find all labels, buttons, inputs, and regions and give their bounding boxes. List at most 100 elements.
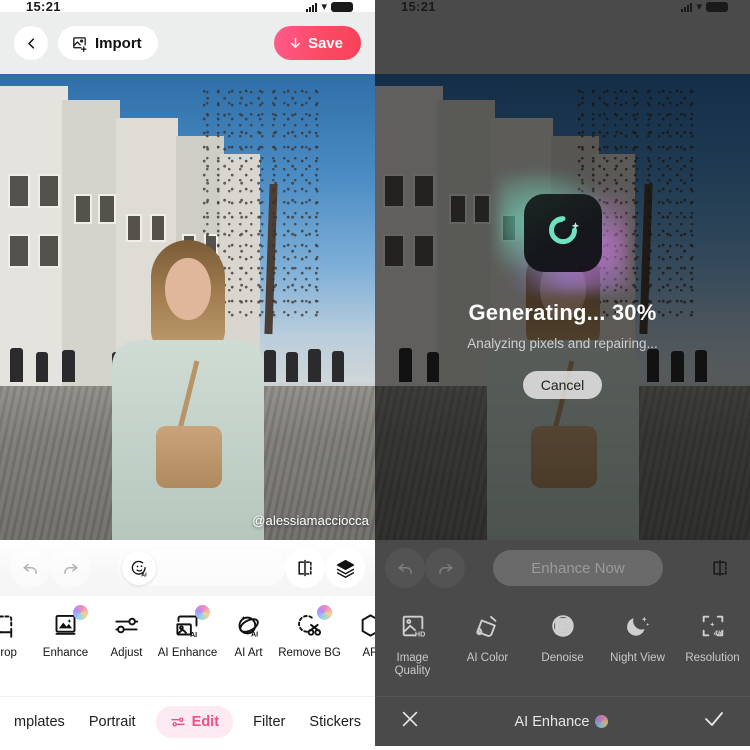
top-navigation-bar: Import Save [0,12,375,74]
tool-label: Image Quality [394,652,431,677]
photo-canvas[interactable]: @alessiamacciocca [0,74,375,540]
ai-portrait-knob[interactable]: AI [122,551,156,585]
wifi-icon: ▾ [321,1,327,13]
crop-icon-wrap [0,610,20,640]
ai-enhance-icon-wrap: AI [173,605,210,640]
sliders-icon [170,716,185,727]
image-hd-icon: HD [402,615,425,639]
checkmark-icon [705,712,723,726]
enhance-icon-wrap [51,605,88,640]
compare-button[interactable] [285,548,325,588]
moon-stars-icon [626,616,649,636]
tool-label: AR [362,647,376,659]
layers-icon [336,559,354,578]
bottom-bar-title-group: AI Enhance [515,714,609,730]
chevron-left-icon [27,37,34,49]
tool-label: Enhance [42,647,89,659]
ai-face-icon: AI [131,560,147,578]
camera-lens-glyph [548,216,579,245]
tool-ai-color[interactable]: AI Color [453,612,523,678]
tool-label: Adjust [110,647,143,659]
tools-sheet: Crop Enhance [0,596,375,696]
ai-portrait-toggle[interactable]: AI [118,550,285,586]
redo-button[interactable] [50,548,90,588]
bottom-tab-bar[interactable]: mplates Portrait Edit Filter Stickers [0,696,375,746]
watermark-handle: @alessiamacciocca [252,513,369,528]
import-label: Import [95,34,142,52]
tab-filter[interactable]: Filter [249,714,289,730]
status-bar: 15:21 ▾ [375,0,750,13]
tool-label: AI Art [234,647,263,659]
tab-stickers[interactable]: Stickers [305,714,365,730]
enhance-now-button[interactable]: Enhance Now [493,550,663,586]
status-bar-time: 15:21 [401,2,436,12]
tool-night-view[interactable]: Night View [603,612,673,678]
tool-label: AI Enhance [157,647,218,659]
svg-text:AI: AI [141,572,147,578]
tab-edit-label: Edit [191,713,220,730]
tool-label: Resolution [685,652,740,664]
cancel-button[interactable]: Cancel [522,371,603,399]
back-button[interactable] [14,26,48,60]
tool-label: Crop [0,647,17,659]
enhance-now-label: Enhance Now [531,559,625,577]
tool-enhance[interactable]: Enhance [35,605,96,660]
resolution-4k-icon: 4K [702,615,723,637]
tool-remove-bg[interactable]: Remove BG [278,605,341,660]
left-screen: 15:21 ▾ Import Save @alessiamacciocca AI… [0,0,375,750]
tool-strip[interactable]: Crop Enhance [0,596,375,696]
generating-title: Generating... 30% [468,300,657,325]
compare-split-icon [298,559,312,577]
undo-icon [22,563,37,574]
compare-button[interactable] [700,548,740,588]
photo-canvas[interactable]: Generating... 30% Analyzing pixels and r… [375,74,750,540]
undo-button[interactable] [385,548,425,588]
save-button[interactable]: Save [273,26,361,60]
tool-ar[interactable]: AR [340,610,375,660]
confirm-button[interactable] [702,707,726,736]
tool-ai-enhance[interactable]: AI AI Enhance [157,605,218,660]
layers-button[interactable] [325,548,365,588]
pedestrian [36,351,48,382]
svg-text:4K: 4K [712,628,723,637]
edit-action-row: Enhance Now [375,540,750,596]
tool-image-quality[interactable]: HD Image Quality [378,612,448,678]
tab-templates[interactable]: mplates [10,714,69,730]
tool-denoise[interactable]: Denoise [528,612,598,678]
undo-icon [397,563,412,574]
tool-resolution[interactable]: 4K Resolution [678,612,748,678]
import-button[interactable]: Import [58,26,158,60]
status-bar: 15:21 ▾ [0,0,375,13]
image-quality-icon-wrap: HD [399,612,427,645]
night-view-icon-wrap [624,612,652,645]
generating-subtitle: Analyzing pixels and repairing... [467,336,658,351]
crop-icon [0,615,13,638]
battery-icon [706,2,728,12]
tool-crop[interactable]: Crop [0,610,35,660]
compare-split-icon [713,559,727,577]
ai-enhance-bottom-bar: AI Enhance [375,696,750,746]
tool-ai-art[interactable]: AI AI Art [218,610,279,660]
app-logo-camera-icon [523,194,602,272]
dual-screenshot-comparison: 15:21 ▾ Import Save @alessiamacciocca AI… [0,0,750,750]
ai-enhance-tool-strip[interactable]: HD Image Quality AI Color Denoise Night … [375,596,750,678]
status-bar-indicators: ▾ [681,2,728,13]
ai-badge-icon [316,605,332,620]
redo-button[interactable] [425,548,465,588]
ai-badge-icon [194,605,210,620]
close-x-icon [402,711,418,727]
status-bar-time: 15:21 [26,2,61,12]
ai-color-icon-wrap [474,612,502,645]
tab-portrait[interactable]: Portrait [85,714,140,730]
pedestrian [62,349,75,382]
bottom-bar-title: AI Enhance [514,713,590,730]
svg-text:AI: AI [251,629,258,638]
resolution-icon-wrap: 4K [699,612,727,645]
right-screen: 15:21 ▾ Generating... 30% Analyzing pixe… [375,0,750,750]
tab-edit[interactable]: Edit [155,705,234,738]
ai-badge-icon [72,605,88,620]
tool-adjust[interactable]: Adjust [96,610,157,660]
close-button[interactable] [399,708,421,735]
undo-button[interactable] [10,548,50,588]
battery-icon [331,2,353,12]
